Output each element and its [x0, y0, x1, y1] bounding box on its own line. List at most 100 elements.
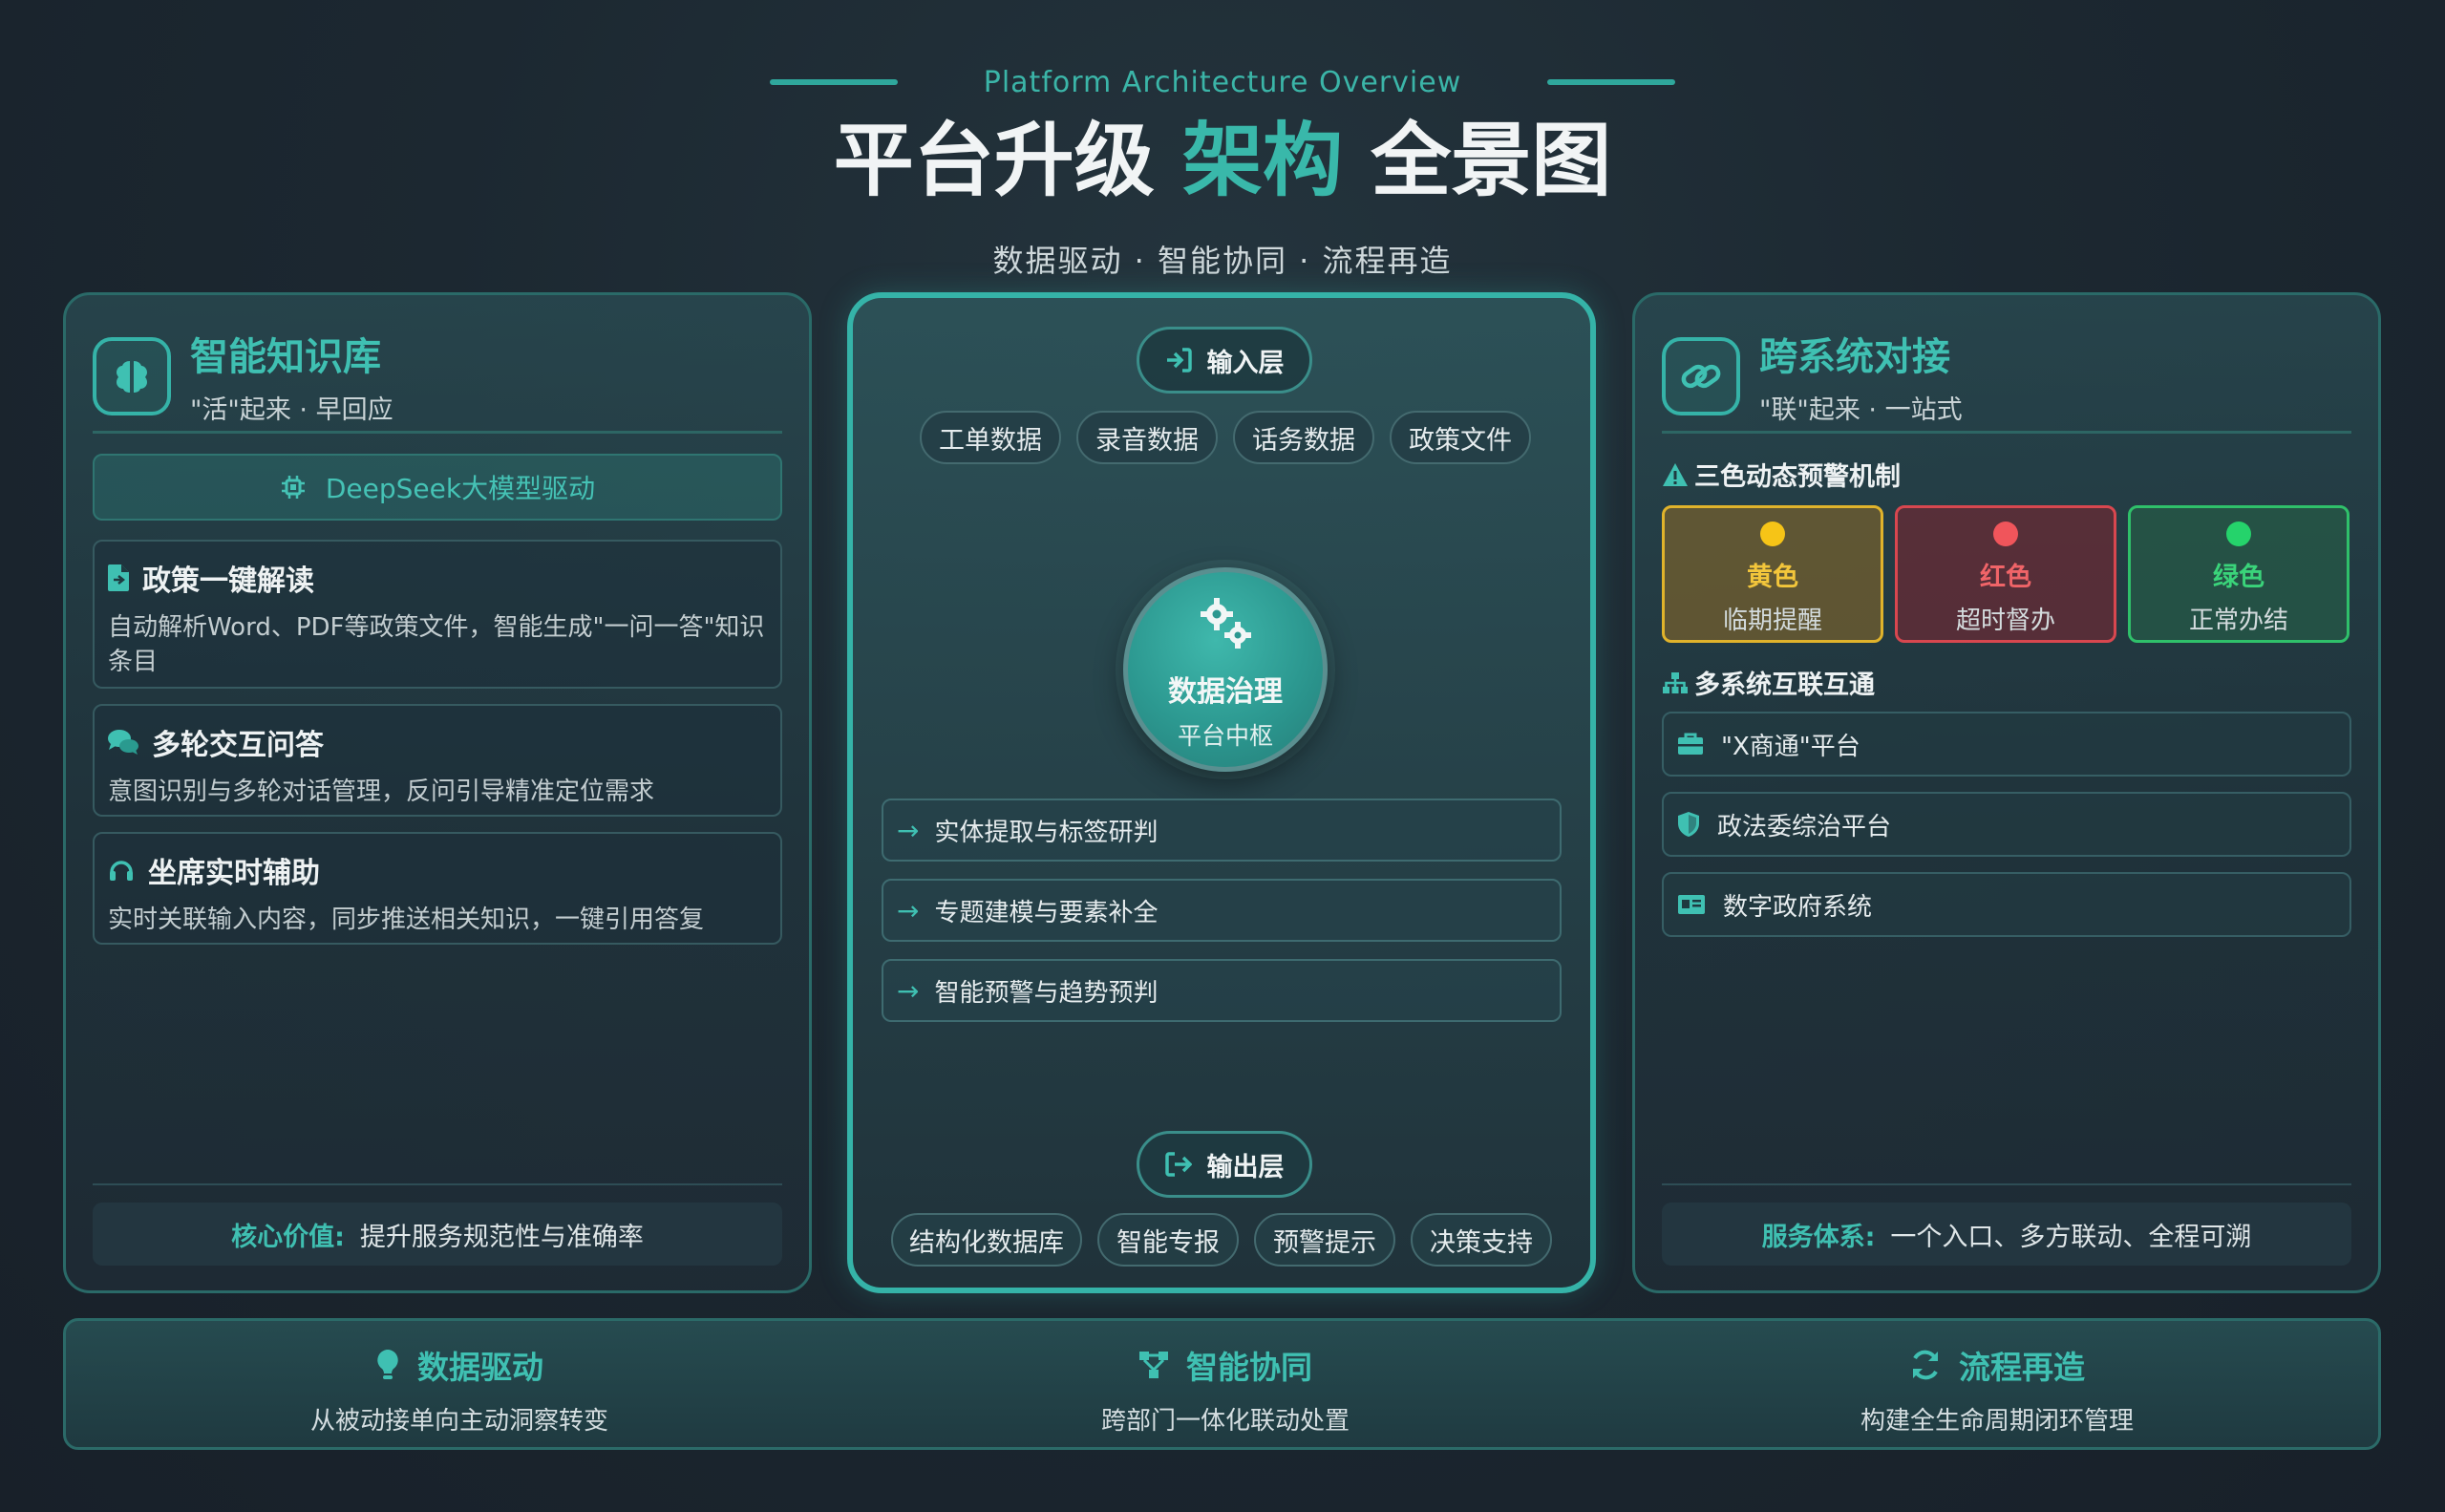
alert-section-text: 三色动态预警机制: [1694, 462, 1901, 492]
chip-icon: [281, 476, 305, 499]
feature-policy-interpret: 政策一键解读 自动解析Word、PDF等政策文件，智能生成"一问一答"知识条目: [93, 540, 782, 689]
knowledge-base-subtitle: "活"起来 · 早回应: [190, 395, 393, 425]
cross-system-subtitle: "联"起来 · 一站式: [1759, 395, 1963, 425]
alert-green-card: 绿色 正常办结: [2128, 505, 2349, 643]
arrow-right-icon: →: [897, 974, 920, 1007]
core-value-text: 提升服务规范性与准确率: [359, 1222, 644, 1252]
system-item-label: "X商通"平台: [1721, 732, 1860, 761]
cross-system-panel: 跨系统对接 "联"起来 · 一站式 三色动态预警机制 黄色 临期提醒 红色 超时…: [1632, 292, 2381, 1293]
feature-desc: 自动解析Word、PDF等政策文件，智能生成"一问一答"知识条目: [108, 613, 765, 676]
footer-item-smart-collab: 智能协同 跨部门一体化联动处置: [939, 1342, 1512, 1437]
input-tag: 话务数据: [1233, 411, 1374, 464]
output-layer-label: 输出层: [1137, 1131, 1312, 1198]
process-step-label: 实体提取与标签研判: [934, 818, 1159, 847]
footer-item-desc: 跨部门一体化联动处置: [1100, 1407, 1350, 1436]
alert-yellow-card: 黄色 临期提醒: [1662, 505, 1883, 643]
input-tag: 工单数据: [920, 411, 1061, 464]
document-icon: [108, 564, 129, 591]
output-layer-text: 输出层: [1206, 1152, 1285, 1182]
alert-color-label: 黄色: [1747, 563, 1798, 592]
input-tag: 政策文件: [1390, 411, 1531, 464]
footer-item-desc: 构建全生命周期闭环管理: [1860, 1407, 2134, 1436]
panel-bottom-divider: [1662, 1183, 2351, 1185]
knowledge-base-header: 智能知识库 "活"起来 · 早回应: [93, 326, 393, 426]
knowledge-base-panel: 智能知识库 "活"起来 · 早回应 DeepSeek大模型驱动 政策一键解读 自…: [63, 292, 812, 1293]
title-part-c: 全景图: [1371, 114, 1612, 207]
system-item-xshangtong: "X商通"平台: [1662, 712, 2351, 777]
feature-title: 坐席实时辅助: [148, 857, 320, 890]
service-system-text: 一个入口、多方联动、全程可溯: [1890, 1222, 2252, 1252]
headset-icon: [110, 861, 133, 881]
hub-title: 数据治理: [1168, 675, 1283, 709]
system-item-label: 政法委综治平台: [1717, 812, 1892, 841]
alert-color-label: 绿色: [2213, 563, 2264, 592]
cross-system-title: 跨系统对接: [1759, 335, 1950, 379]
footer-item-process-reengineer: 流程再造 构建全生命周期闭环管理: [1711, 1342, 2284, 1437]
header: Platform Architecture Overview 平台升级 架构 全…: [0, 57, 2445, 281]
link-icon: [1662, 336, 1740, 415]
process-step: → 实体提取与标签研判: [882, 799, 1562, 862]
system-item-digital-gov: 数字政府系统: [1662, 872, 2351, 937]
footer-item-title: 智能协同: [1186, 1349, 1312, 1386]
eyebrow-text: Platform Architecture Overview: [983, 65, 1462, 99]
shield-icon: [1678, 812, 1699, 837]
alert-desc: 超时督办: [1955, 607, 2055, 635]
service-system-box: 服务体系: 一个入口、多方联动、全程可溯: [1662, 1203, 2351, 1266]
systems-section-text: 多系统互联互通: [1694, 671, 1875, 700]
footer-item-data-driven: 数据驱动 从被动接单向主动洞察转变: [173, 1342, 746, 1437]
feature-agent-assist: 坐席实时辅助 实时关联输入内容，同步推送相关知识，一键引用答复: [93, 832, 782, 945]
process-step-label: 专题建模与要素补全: [934, 898, 1159, 927]
eyebrow-row: Platform Architecture Overview: [0, 57, 2445, 107]
deepseek-banner-label: DeepSeek大模型驱动: [325, 473, 596, 504]
knowledge-base-title: 智能知识库: [190, 335, 381, 379]
system-item-label: 数字政府系统: [1723, 892, 1873, 922]
panel-divider: [93, 431, 782, 434]
output-tag: 结构化数据库: [891, 1213, 1082, 1267]
title-part-a: 平台升级: [833, 114, 1155, 207]
service-system-label: 服务体系:: [1761, 1222, 1876, 1252]
yellow-dot-icon: [1760, 522, 1785, 546]
sync-icon: [1913, 1350, 1938, 1380]
hub-subtitle: 平台中枢: [1177, 722, 1273, 750]
brain-icon: [93, 336, 171, 415]
page-subtitle: 数据驱动 · 智能协同 · 流程再造: [992, 243, 1453, 279]
eyebrow-line-left: [769, 79, 898, 85]
eyebrow-line-right: [1547, 79, 1676, 85]
footer-item-desc: 从被动接单向主动洞察转变: [309, 1407, 608, 1436]
red-dot-icon: [1993, 522, 2018, 546]
system-item-political-legal: 政法委综治平台: [1662, 792, 2351, 857]
title-part-highlight: 架构: [1181, 114, 1343, 207]
arrow-right-icon: →: [897, 814, 920, 846]
footer-item-title: 流程再造: [1959, 1349, 2085, 1386]
footer-summary-bar: 数据驱动 从被动接单向主动洞察转变 智能协同 跨部门一体化联动处置 流程再造 构…: [63, 1318, 2381, 1450]
input-tag: 录音数据: [1076, 411, 1218, 464]
feature-desc: 实时关联输入内容，同步推送相关知识，一键引用答复: [108, 905, 705, 934]
input-layer-label: 输入层: [1137, 327, 1312, 394]
gears-icon: [1201, 598, 1251, 649]
feature-multi-turn-qa: 多轮交互问答 意图识别与多轮对话管理，反问引导精准定位需求: [93, 704, 782, 817]
panel-divider: [1662, 431, 2351, 434]
id-card-icon: [1678, 895, 1705, 914]
output-tag: 预警提示: [1254, 1213, 1395, 1267]
core-value-box: 核心价值: 提升服务规范性与准确率: [93, 1203, 782, 1266]
cross-system-header: 跨系统对接 "联"起来 · 一站式: [1662, 326, 1963, 426]
alert-desc: 正常办结: [2188, 607, 2288, 635]
footer-item-title: 数据驱动: [417, 1349, 543, 1386]
sign-out-icon: [1164, 1152, 1192, 1177]
feature-title: 政策一键解读: [142, 564, 314, 598]
input-layer-text: 输入层: [1206, 348, 1285, 378]
process-step: → 专题建模与要素补全: [882, 879, 1562, 942]
sign-in-icon: [1166, 348, 1192, 373]
output-tag: 决策支持: [1411, 1213, 1552, 1267]
green-dot-icon: [2226, 522, 2251, 546]
panel-bottom-divider: [93, 1183, 782, 1185]
process-step: → 智能预警与趋势预判: [882, 959, 1562, 1022]
warning-icon: [1663, 462, 1688, 486]
process-step-label: 智能预警与趋势预判: [934, 978, 1159, 1008]
systems-section-label: 多系统互联互通: [1662, 664, 1875, 701]
alert-desc: 临期提醒: [1722, 607, 1822, 635]
deepseek-banner: DeepSeek大模型驱动: [93, 454, 782, 521]
core-value-label: 核心价值:: [231, 1222, 345, 1252]
alert-red-card: 红色 超时督办: [1895, 505, 2116, 643]
feature-desc: 意图识别与多轮对话管理，反问引导精准定位需求: [108, 777, 655, 806]
